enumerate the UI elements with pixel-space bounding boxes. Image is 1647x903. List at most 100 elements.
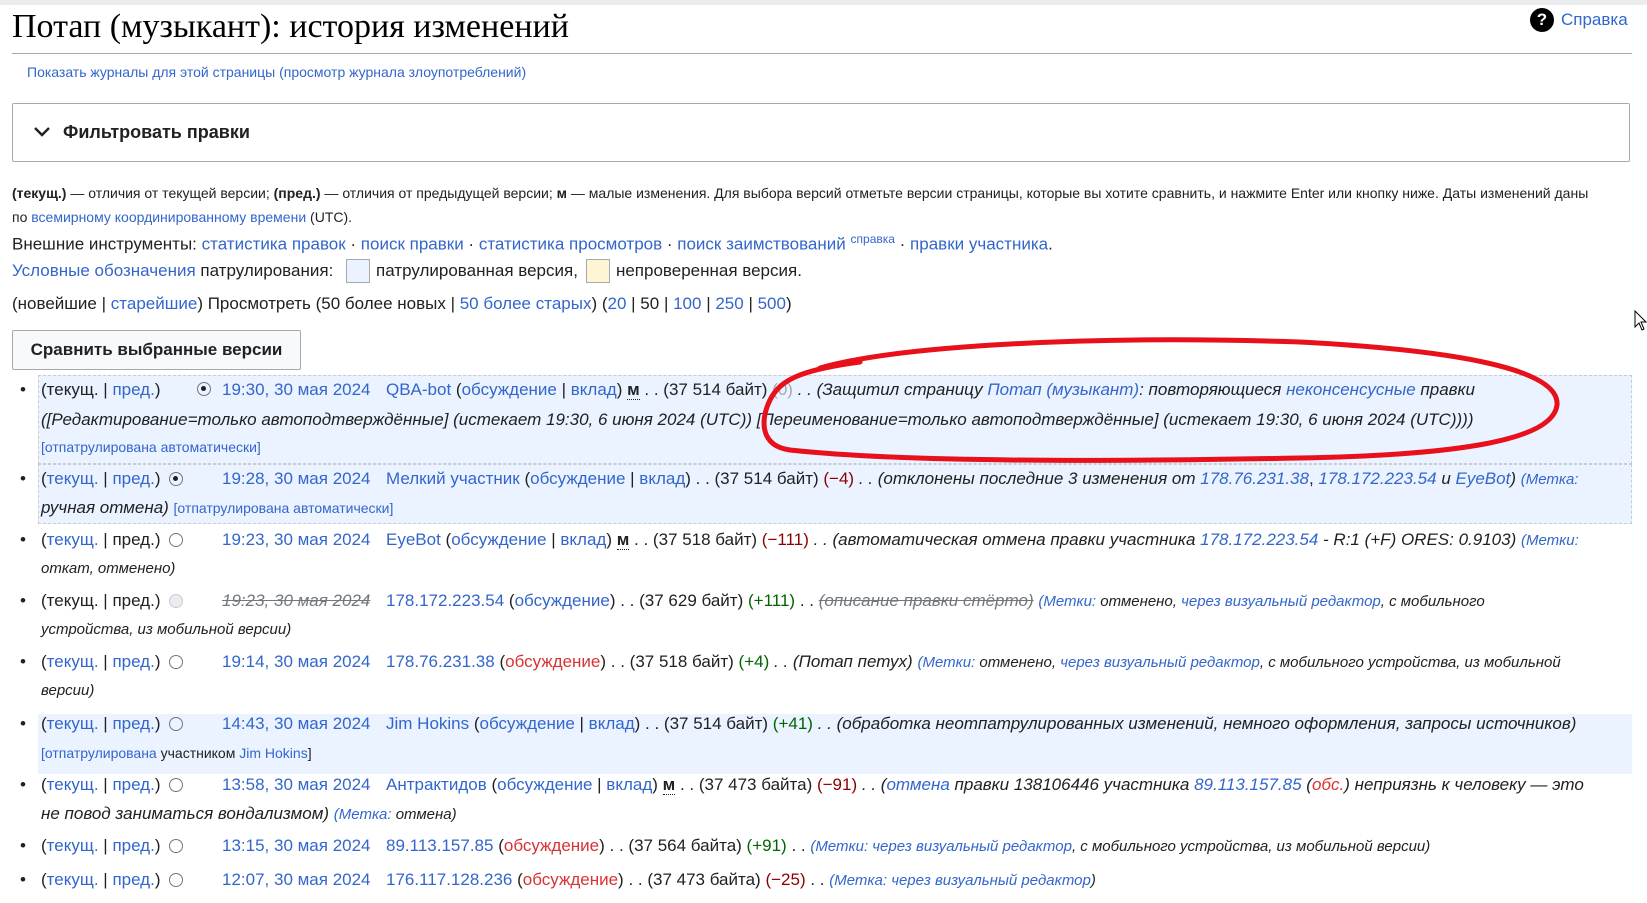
patrolled-auto[interactable]: [отпатрулирована автоматически] [174, 500, 394, 516]
tags-link[interactable]: (Метка: [334, 806, 392, 823]
cur-link[interactable]: текущ. [47, 714, 99, 733]
contrib-link[interactable]: вклад [589, 714, 635, 733]
revision-date-link[interactable]: 14:43, 30 мая 2024 [222, 714, 371, 734]
filter-title[interactable]: Фильтровать правки [63, 122, 250, 143]
tags-link[interactable]: (Метка: [1521, 471, 1579, 488]
tags-link[interactable]: (Метки: [810, 838, 868, 855]
tag-link[interactable]: через визуальный редактор [868, 838, 1072, 855]
abuse-log-link[interactable]: (просмотр журнала злоупотреблений) [279, 64, 526, 80]
revision-date-link[interactable]: 13:15, 30 мая 2024 [222, 836, 371, 856]
revision-date-link[interactable]: 19:30, 30 мая 2024 [222, 380, 371, 400]
tool-edit-stats[interactable]: статистика правок [202, 235, 346, 254]
nav-500[interactable]: 500 [758, 294, 786, 313]
nav-100[interactable]: 100 [673, 294, 701, 313]
prev-link[interactable]: пред. [112, 469, 154, 488]
patrolled-link[interactable]: [отпатрулирована [41, 745, 157, 761]
tag-link[interactable]: через визуальный редактор [887, 872, 1091, 889]
talk-link-missing[interactable]: обс. [1312, 775, 1344, 794]
compare-revisions-button[interactable]: Сравнить выбранные версии [12, 330, 301, 370]
prev-link[interactable]: пред. [112, 380, 154, 399]
talk-link-missing[interactable]: обсуждение [504, 836, 599, 855]
revision-radio[interactable] [169, 717, 183, 731]
revision-radio[interactable] [197, 382, 211, 396]
ip-link[interactable]: 178.172.223.54 [1318, 469, 1436, 488]
user-link[interactable]: Антрактидов [386, 775, 487, 794]
talk-link-missing[interactable]: обсуждение [523, 870, 618, 889]
talk-link[interactable]: обсуждение [530, 469, 625, 488]
nav-older[interactable]: 50 более старых [460, 294, 592, 313]
patrol-legend-link[interactable]: Условные обозначения [12, 261, 196, 281]
user-link[interactable]: QBA-bot [386, 380, 451, 399]
user-link[interactable]: 178.76.231.38 [386, 652, 495, 671]
tool-copyvio[interactable]: поиск заимствований [677, 235, 846, 254]
tag-link[interactable]: через визуальный редактор [1060, 654, 1260, 671]
user-link[interactable]: 178.172.223.54 [386, 591, 504, 610]
revision-radio[interactable] [169, 778, 183, 792]
prev-link[interactable]: пред. [112, 652, 154, 671]
summary-link[interactable]: неконсенсусные [1286, 380, 1416, 399]
contrib-link[interactable]: вклад [639, 469, 685, 488]
help-label[interactable]: Справка [1561, 10, 1628, 30]
prev-link[interactable]: пред. [112, 870, 154, 889]
revision-date-link[interactable]: 19:14, 30 мая 2024 [222, 652, 371, 672]
tags-link[interactable]: (Метки: [1521, 532, 1579, 549]
prev-link[interactable]: пред. [112, 714, 154, 733]
user-link[interactable]: 176.117.128.236 [386, 870, 512, 889]
contrib-link[interactable]: вклад [560, 530, 606, 549]
nav-20[interactable]: 20 [608, 294, 627, 313]
user-link[interactable]: EyeBot [386, 530, 441, 549]
revision-date-link[interactable]: 19:23, 30 мая 2024 [222, 530, 371, 550]
cur-link[interactable]: текущ. [47, 836, 99, 855]
talk-link-missing[interactable]: обсуждение [505, 652, 600, 671]
talk-link[interactable]: обсуждение [497, 775, 592, 794]
tags-link[interactable]: (Метки: [917, 654, 975, 671]
patrolled-auto[interactable]: [отпатрулирована автоматически] [41, 439, 261, 455]
summary: . . [810, 870, 830, 889]
prev-link[interactable]: пред. [112, 836, 154, 855]
tags-link[interactable]: (Метки: [1038, 593, 1096, 610]
revision-date-link[interactable]: 19:28, 30 мая 2024 [222, 469, 371, 489]
cur-link[interactable]: текущ. [47, 652, 99, 671]
tags-link[interactable]: (Метка: [829, 872, 887, 889]
cur-link[interactable]: текущ. [47, 775, 99, 794]
contrib-link[interactable]: вклад [606, 775, 652, 794]
revision-date-link[interactable]: 13:58, 30 мая 2024 [222, 775, 371, 795]
summary-page-link[interactable]: Потап (музыкант) [987, 380, 1139, 399]
undo-link[interactable]: отмена [886, 775, 949, 794]
patroller-link[interactable]: Jim Hokins [239, 745, 307, 761]
talk-link[interactable]: обсуждение [462, 380, 557, 399]
filter-panel[interactable]: Фильтровать правки [12, 103, 1630, 162]
tool-help-link[interactable]: справка [851, 232, 895, 246]
ip-link[interactable]: 89.113.157.85 [1194, 775, 1301, 794]
talk-link[interactable]: обсуждение [480, 714, 575, 733]
bot-link[interactable]: EyeBot [1456, 469, 1511, 488]
revision-date-link[interactable]: 12:07, 30 мая 2024 [222, 870, 371, 890]
tool-user-edits[interactable]: правки участника [910, 235, 1048, 254]
contrib-link[interactable]: вклад [571, 380, 617, 399]
user-link[interactable]: Мелкий участник [386, 469, 520, 488]
tool-edit-search[interactable]: поиск правки [361, 235, 464, 254]
prev-link[interactable]: пред. [112, 775, 154, 794]
ip-link[interactable]: 178.76.231.38 [1200, 469, 1309, 488]
user-link[interactable]: Jim Hokins [386, 714, 469, 733]
revision-radio[interactable] [169, 839, 183, 853]
logs-link[interactable]: Показать журналы для этой страницы [27, 64, 275, 80]
revision-radio[interactable] [169, 873, 183, 887]
nav-250[interactable]: 250 [715, 294, 743, 313]
cur-link[interactable]: текущ. [47, 870, 99, 889]
user-link[interactable]: 89.113.157.85 [386, 836, 493, 855]
help-link[interactable]: ? Справка [1530, 8, 1628, 32]
tag-link[interactable]: через визуальный редактор [1181, 593, 1381, 610]
revision-radio[interactable] [169, 533, 183, 547]
ip-link[interactable]: 178.172.223.54 [1200, 530, 1318, 549]
revision-radio[interactable] [169, 472, 183, 486]
utc-link[interactable]: всемирному координированному времени [31, 209, 306, 225]
cur-link[interactable]: текущ. [47, 469, 99, 488]
talk-link[interactable]: обсуждение [451, 530, 546, 549]
cur-link[interactable]: текущ. [47, 530, 99, 549]
nav-oldest[interactable]: старейшие [111, 294, 198, 313]
tool-view-stats[interactable]: статистика просмотров [479, 235, 662, 254]
revision-radio[interactable] [169, 655, 183, 669]
summary: не повод заниматься вондализмом) [41, 804, 334, 823]
talk-link[interactable]: обсуждение [515, 591, 610, 610]
